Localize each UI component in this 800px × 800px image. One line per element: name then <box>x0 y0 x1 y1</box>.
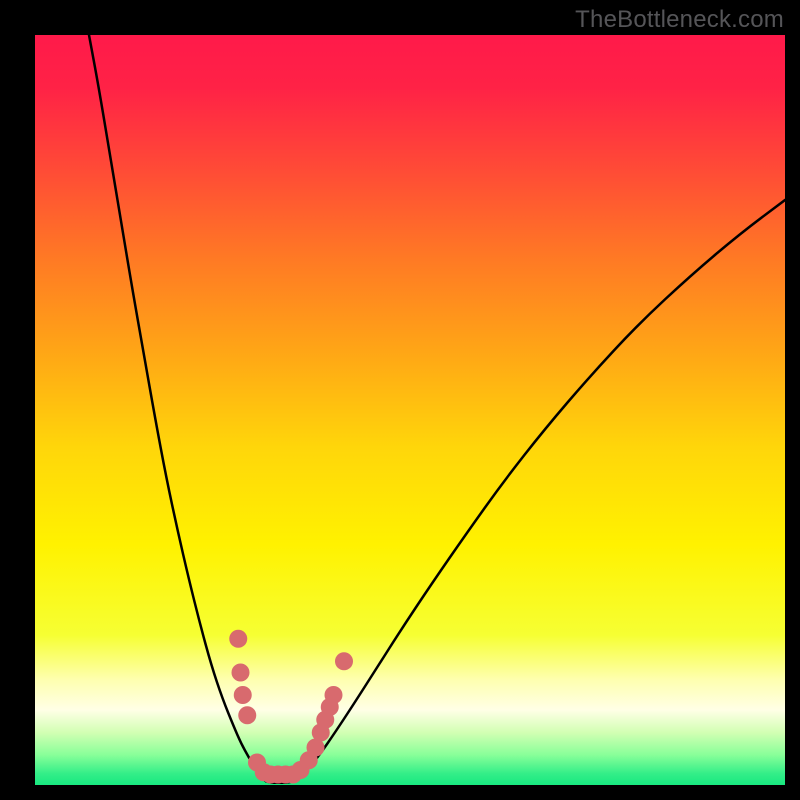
chart-frame: TheBottleneck.com <box>0 0 800 800</box>
marker-dot <box>234 686 252 704</box>
marker-dot <box>229 630 247 648</box>
bottleneck-curve-right <box>294 200 785 781</box>
curve-layer <box>35 35 785 785</box>
marker-dot <box>238 706 256 724</box>
plot-area <box>35 35 785 785</box>
marker-dot <box>232 664 250 682</box>
marker-dot <box>325 686 343 704</box>
bottleneck-curves <box>89 35 785 783</box>
marker-dots <box>229 630 353 784</box>
watermark-label: TheBottleneck.com <box>575 6 784 34</box>
marker-dot <box>335 652 353 670</box>
